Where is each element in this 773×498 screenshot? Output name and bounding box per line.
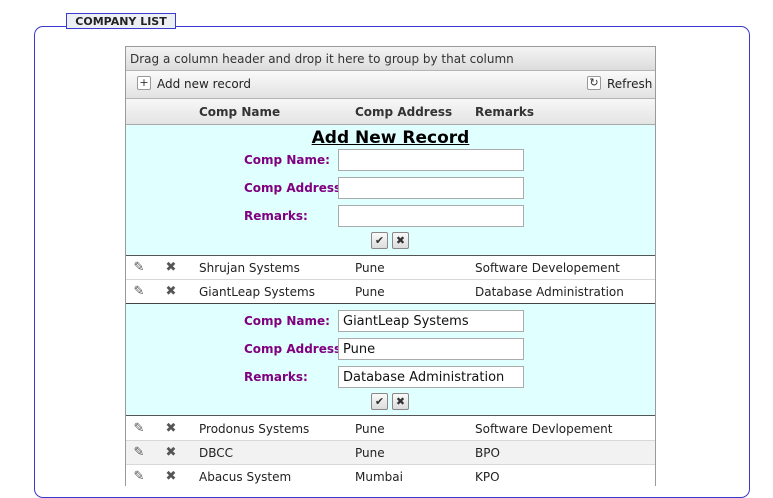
insert-confirm-button[interactable]: ✔ — [371, 232, 388, 249]
table-row[interactable]: ✎ ✖ Prodonus Systems Pune Software Devlo… — [126, 417, 655, 441]
edit-record-form: Comp Name: Comp Address: Remarks: ✔ ✖ — [126, 304, 655, 416]
delete-x-icon[interactable]: ✖ — [164, 469, 178, 485]
cell-remarks: Software Developement — [475, 261, 620, 275]
cell-comp-address: Pune — [355, 261, 385, 275]
column-header-row: Comp Name Comp Address Remarks — [126, 99, 655, 125]
cell-comp-name: Prodonus Systems — [199, 422, 310, 436]
cancel-x-icon: ✖ — [395, 395, 406, 408]
cell-comp-name: Abacus System — [199, 470, 292, 484]
column-header-remarks[interactable]: Remarks — [475, 104, 534, 120]
pencil-icon[interactable]: ✎ — [132, 445, 146, 461]
remarks-label: Remarks: — [244, 370, 308, 384]
refresh-icon: ↻ — [587, 76, 601, 90]
comp-name-label: Comp Name: — [244, 153, 330, 167]
add-record-title: Add New Record — [311, 128, 470, 148]
cell-comp-name: GiantLeap Systems — [199, 285, 315, 299]
checkmark-icon: ✔ — [374, 395, 385, 408]
command-bar: + Add new record ↻ Refresh — [126, 71, 655, 99]
refresh-label: Refresh — [607, 77, 653, 91]
column-header-comp-address[interactable]: Comp Address — [355, 104, 452, 120]
add-new-record-label: Add new record — [157, 77, 251, 91]
table-row[interactable]: ✎ ✖ DBCC Pune BPO — [126, 441, 655, 465]
cancel-x-icon: ✖ — [395, 234, 406, 247]
panel-title: COMPANY LIST — [66, 13, 176, 29]
cell-comp-name: Shrujan Systems — [199, 261, 300, 275]
insert-cancel-button[interactable]: ✖ — [392, 232, 409, 249]
cell-comp-address: Pune — [355, 285, 385, 299]
cell-comp-address: Pune — [355, 446, 385, 460]
pencil-icon[interactable]: ✎ — [132, 284, 146, 300]
comp-address-input[interactable] — [338, 338, 524, 360]
comp-address-label: Comp Address: — [244, 181, 346, 195]
cell-remarks: KPO — [475, 470, 500, 484]
update-confirm-button[interactable]: ✔ — [371, 393, 388, 410]
plus-icon: + — [137, 76, 151, 90]
remarks-label: Remarks: — [244, 209, 308, 223]
delete-x-icon[interactable]: ✖ — [164, 284, 178, 300]
company-grid: Drag a column header and drop it here to… — [125, 46, 656, 486]
comp-address-label: Comp Address: — [244, 342, 346, 356]
pencil-icon[interactable]: ✎ — [132, 421, 146, 437]
delete-x-icon[interactable]: ✖ — [164, 445, 178, 461]
group-by-panel[interactable]: Drag a column header and drop it here to… — [126, 46, 655, 71]
remarks-input[interactable] — [338, 366, 524, 388]
pencil-icon[interactable]: ✎ — [132, 260, 146, 276]
cell-comp-address: Mumbai — [355, 470, 403, 484]
table-row[interactable]: ✎ ✖ Shrujan Systems Pune Software Develo… — [126, 256, 655, 280]
cell-comp-name: DBCC — [199, 446, 234, 460]
add-record-form: Add New Record Comp Name: Comp Address: … — [126, 125, 655, 256]
checkmark-icon: ✔ — [374, 234, 385, 247]
comp-name-input[interactable] — [338, 149, 524, 171]
cell-remarks: BPO — [475, 446, 500, 460]
comp-name-label: Comp Name: — [244, 314, 330, 328]
update-cancel-button[interactable]: ✖ — [392, 393, 409, 410]
column-header-comp-name[interactable]: Comp Name — [199, 104, 280, 120]
comp-address-input[interactable] — [338, 177, 524, 199]
cell-remarks: Database Administration — [475, 285, 624, 299]
cell-comp-address: Pune — [355, 422, 385, 436]
delete-x-icon[interactable]: ✖ — [164, 421, 178, 437]
comp-name-input[interactable] — [338, 310, 524, 332]
table-row[interactable]: ✎ ✖ GiantLeap Systems Pune Database Admi… — [126, 280, 655, 304]
cell-remarks: Software Devlopement — [475, 422, 613, 436]
delete-x-icon[interactable]: ✖ — [164, 260, 178, 276]
pencil-icon[interactable]: ✎ — [132, 469, 146, 485]
remarks-input[interactable] — [338, 205, 524, 227]
table-row[interactable]: ✎ ✖ Abacus System Mumbai KPO — [126, 465, 655, 486]
